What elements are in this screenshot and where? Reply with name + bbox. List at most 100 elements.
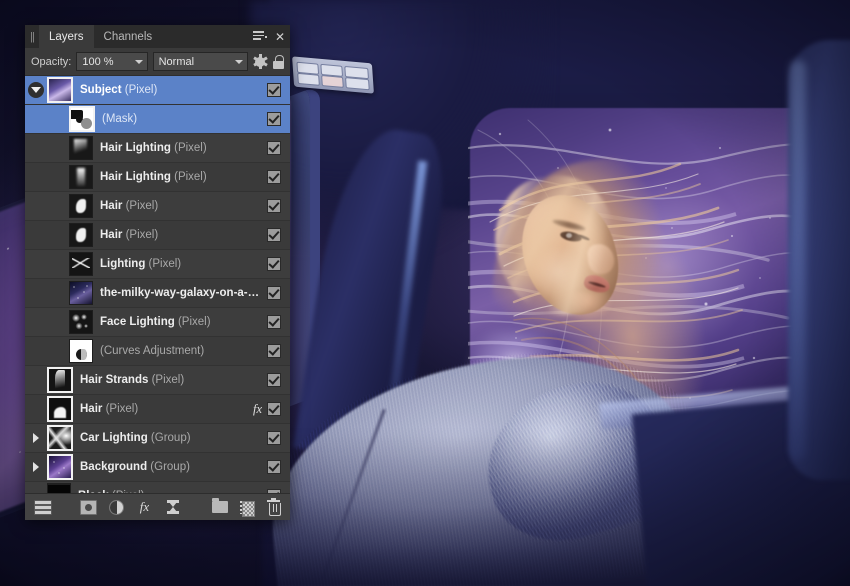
layer-stack-icon[interactable] xyxy=(33,499,52,516)
toolbar-middle-group: fx xyxy=(50,499,211,516)
layer-row[interactable]: Background (Group) xyxy=(25,453,290,482)
gear-icon[interactable] xyxy=(252,53,268,70)
layer-visibility-checkbox[interactable] xyxy=(267,199,281,213)
layer-row[interactable]: Hair Lighting (Pixel) xyxy=(25,134,290,163)
layer-visibility-checkbox[interactable] xyxy=(267,402,281,416)
layer-visibility-checkbox[interactable] xyxy=(267,141,281,155)
layer-row[interactable]: Hair Lighting (Pixel) xyxy=(25,163,290,192)
layer-visibility-checkbox[interactable] xyxy=(267,315,281,329)
new-layer-glyph xyxy=(240,500,255,517)
layer-thumbnail[interactable] xyxy=(69,194,93,218)
expander-collapse-icon[interactable] xyxy=(25,82,47,98)
fx-glyph: fx xyxy=(139,499,150,514)
layer-name: the-milky-way-galaxy-on-a-ni… xyxy=(100,287,267,299)
expander-circle xyxy=(28,82,44,98)
panel-titlebar: || Layers Channels ✕ xyxy=(25,25,290,48)
layer-name: Hair Lighting (Pixel) xyxy=(100,171,207,183)
layer-thumbnail[interactable] xyxy=(69,223,93,247)
chevron-right-icon xyxy=(33,433,39,443)
folder-glyph xyxy=(211,498,228,513)
layer-row[interactable]: Black (Pixel) xyxy=(25,482,290,493)
layer-name: Subject (Pixel) xyxy=(80,84,158,96)
layer-name: Hair Lighting (Pixel) xyxy=(100,142,207,154)
opacity-label: Opacity: xyxy=(31,55,72,68)
layer-name: Hair (Pixel) xyxy=(80,403,139,415)
layer-row[interactable]: Hair (Pixel) xyxy=(25,192,290,221)
layer-name: Hair (Pixel) xyxy=(100,200,159,212)
layer-visibility-checkbox[interactable] xyxy=(267,431,281,445)
expander-expand-icon[interactable] xyxy=(25,433,47,443)
layer-effects-fx-icon[interactable]: fx xyxy=(136,499,153,516)
layer-thumbnail[interactable] xyxy=(69,310,93,334)
layer-row[interactable]: (Curves Adjustment) xyxy=(25,337,290,366)
layer-row[interactable]: Face Lighting (Pixel) xyxy=(25,308,290,337)
layer-name: (Curves Adjustment) xyxy=(100,345,205,357)
layer-row[interactable]: Hair (Pixel) fx xyxy=(25,395,290,424)
layer-thumbnail[interactable] xyxy=(69,106,95,132)
opacity-input[interactable]: 100 % xyxy=(76,52,148,71)
layer-row[interactable]: Car Lighting (Group) xyxy=(25,424,290,453)
live-filter-hourglass-icon[interactable] xyxy=(164,499,181,516)
layer-list[interactable]: Subject (Pixel) (Mask) Hair Lighting (Pixe… xyxy=(25,76,290,493)
layer-name: Hair Strands (Pixel) xyxy=(80,374,185,386)
layer-thumbnail[interactable] xyxy=(47,454,73,480)
add-mask-glyph xyxy=(80,499,97,515)
delete-layer-trash-icon[interactable] xyxy=(265,497,282,516)
layer-visibility-checkbox[interactable] xyxy=(267,112,281,126)
trash-glyph xyxy=(267,497,281,516)
layer-name: Car Lighting (Group) xyxy=(80,432,191,444)
layer-visibility-checkbox[interactable] xyxy=(267,170,281,184)
layer-thumbnail[interactable] xyxy=(47,367,73,393)
layer-thumbnail[interactable] xyxy=(69,136,93,160)
new-group-folder-icon[interactable] xyxy=(211,498,228,516)
layer-thumbnail[interactable] xyxy=(69,165,93,189)
lock-icon[interactable] xyxy=(272,53,284,70)
chevron-down-icon xyxy=(31,87,41,93)
expander-expand-icon[interactable] xyxy=(25,462,47,472)
layer-row[interactable]: Hair Strands (Pixel) xyxy=(25,366,290,395)
hourglass-glyph xyxy=(166,500,179,514)
chevron-right-icon xyxy=(33,462,39,472)
close-glyph: ✕ xyxy=(274,29,286,44)
new-layer-icon[interactable] xyxy=(238,499,255,517)
close-icon[interactable]: ✕ xyxy=(270,25,290,48)
layer-name: Background (Group) xyxy=(80,461,190,473)
tab-layers-label: Layers xyxy=(49,30,84,43)
layer-row[interactable]: Lighting (Pixel) xyxy=(25,250,290,279)
tab-channels[interactable]: Channels xyxy=(94,25,163,48)
layer-row[interactable]: Subject (Pixel) xyxy=(25,76,290,105)
chevron-down-icon xyxy=(235,60,243,64)
blend-mode-value: Normal xyxy=(158,55,195,68)
layer-thumbnail[interactable] xyxy=(47,396,73,422)
layer-thumbnail[interactable] xyxy=(69,339,93,363)
layer-row[interactable]: Hair (Pixel) xyxy=(25,221,290,250)
layer-visibility-checkbox[interactable] xyxy=(267,460,281,474)
layer-thumbnail[interactable] xyxy=(69,281,93,305)
toolbar-left-group xyxy=(33,499,52,516)
layer-visibility-checkbox[interactable] xyxy=(267,228,281,242)
layer-row[interactable]: (Mask) xyxy=(25,105,290,134)
layer-thumbnail[interactable] xyxy=(47,483,71,493)
layer-thumbnail[interactable] xyxy=(47,77,73,103)
layer-visibility-checkbox[interactable] xyxy=(267,257,281,271)
layers-panel: || Layers Channels ✕ Opacity: 100 % Norm… xyxy=(25,25,290,520)
layer-name: (Mask) xyxy=(102,113,138,125)
layer-visibility-checkbox[interactable] xyxy=(267,373,281,387)
layer-visibility-checkbox[interactable] xyxy=(267,83,281,97)
layer-row[interactable]: the-milky-way-galaxy-on-a-ni… xyxy=(25,279,290,308)
layer-visibility-checkbox[interactable] xyxy=(267,344,281,358)
titlebar-spacer xyxy=(162,25,250,48)
blend-mode-select[interactable]: Normal xyxy=(152,52,248,71)
tab-layers[interactable]: Layers xyxy=(39,25,94,48)
add-mask-icon[interactable] xyxy=(80,499,97,516)
adjustment-icon[interactable] xyxy=(108,499,125,516)
drag-grip-icon[interactable]: || xyxy=(25,25,39,48)
panel-menu-icon[interactable] xyxy=(250,25,270,48)
layer-thumbnail[interactable] xyxy=(47,425,73,451)
layer-effects-indicator[interactable]: fx xyxy=(253,402,262,417)
layer-thumbnail[interactable] xyxy=(69,252,93,276)
layer-visibility-checkbox[interactable] xyxy=(267,286,281,300)
layer-name: Face Lighting (Pixel) xyxy=(100,316,211,328)
hamburger-glyph xyxy=(253,31,264,42)
layer-visibility-checkbox[interactable] xyxy=(267,489,281,493)
